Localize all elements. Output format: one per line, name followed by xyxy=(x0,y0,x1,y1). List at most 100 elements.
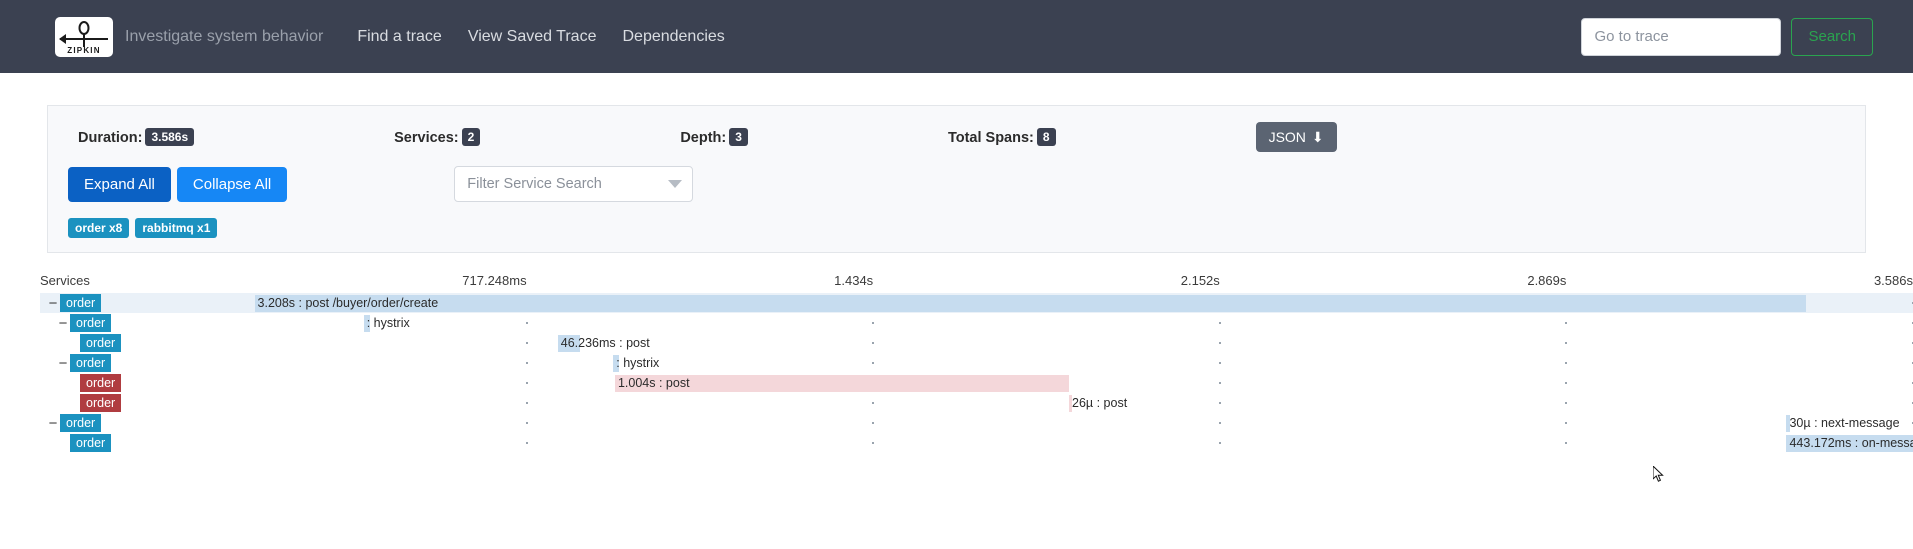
tick-label-3: 2.152s xyxy=(1180,273,1220,288)
service-badge-list: order x8 rabbitmq x1 xyxy=(48,202,1865,238)
zipkin-logo-icon[interactable]: ZIPKIN xyxy=(55,16,113,57)
grid-tick-dot xyxy=(1565,382,1568,384)
span-row[interactable]: − order : hystrix xyxy=(40,313,1913,333)
span-duration-bar[interactable] xyxy=(254,295,1806,312)
span-service-chip[interactable]: order xyxy=(70,434,112,452)
span-service-chip[interactable]: order xyxy=(80,334,122,352)
stat-services: Services: 2 xyxy=(394,128,481,146)
grid-tick-dot xyxy=(1218,342,1221,344)
timeline-header: Services 717.248ms 1.434s 2.152s 2.869s … xyxy=(40,271,1913,293)
stat-depth-value: 3 xyxy=(729,128,748,146)
stat-total-spans: Total Spans: 8 xyxy=(948,128,1056,146)
stat-services-value: 2 xyxy=(461,128,481,146)
span-service-chip[interactable]: order xyxy=(60,414,102,432)
stat-services-label: Services: xyxy=(394,130,459,146)
grid-tick-dot xyxy=(525,422,528,424)
grid-tick-dot xyxy=(872,322,875,324)
stat-total-spans-label: Total Spans: xyxy=(947,130,1034,146)
span-row-service-cell: order xyxy=(40,333,122,353)
grid-tick-dot xyxy=(1565,322,1568,324)
span-service-chip[interactable]: order xyxy=(60,294,102,312)
grid-tick-dot xyxy=(872,362,875,364)
grid-tick-dot xyxy=(525,442,528,444)
span-service-chip[interactable]: order xyxy=(80,394,122,412)
tick-label-4: 2.869s xyxy=(1527,273,1567,288)
collapse-all-button[interactable]: Collapse All xyxy=(176,166,288,202)
collapse-toggle-icon[interactable]: − xyxy=(46,296,60,311)
span-row[interactable]: − order : hystrix xyxy=(40,353,1913,373)
span-bar-track: 1.004s : post xyxy=(180,373,1913,393)
stat-total-spans-value: 8 xyxy=(1036,128,1056,146)
span-row[interactable]: order 443.172ms : on-message xyxy=(40,433,1913,453)
grid-tick-dot xyxy=(1565,422,1568,424)
grid-tick-dot xyxy=(1565,442,1568,444)
chevron-down-icon xyxy=(668,180,683,188)
span-bar-track: : hystrix xyxy=(180,313,1913,333)
grid-tick-dot xyxy=(525,322,528,324)
span-row-service-cell: − order xyxy=(40,293,102,313)
nav-link-view-saved-trace[interactable]: View Saved Trace xyxy=(468,28,597,46)
stat-depth-label: Depth: xyxy=(680,130,727,146)
span-row[interactable]: − order 3.208s : post /buyer/order/create xyxy=(40,293,1913,313)
json-button-label: JSON xyxy=(1268,129,1306,145)
span-label: 3.208s : post /buyer/order/create xyxy=(257,296,439,310)
span-bar-track: 46.236ms : post xyxy=(180,333,1913,353)
download-json-button[interactable]: JSON ⬇ xyxy=(1255,122,1337,152)
tick-label-1: 717.248ms xyxy=(462,273,527,288)
nav-links: Find a trace View Saved Trace Dependenci… xyxy=(357,28,724,46)
go-to-trace-input[interactable] xyxy=(1581,17,1782,56)
span-bar-track: 3.208s : post /buyer/order/create xyxy=(180,293,1913,313)
span-row[interactable]: order 26µ : post xyxy=(40,393,1913,413)
trace-controls-row: Expand All Collapse All Filter Service S… xyxy=(48,152,1865,202)
filter-service-search-placeholder: Filter Service Search xyxy=(467,176,602,192)
download-icon: ⬇ xyxy=(1311,129,1324,145)
span-label: 1.004s : post xyxy=(617,376,690,390)
grid-tick-dot xyxy=(525,382,528,384)
stat-duration-label: Duration: xyxy=(78,130,143,146)
span-row-service-cell: − order xyxy=(40,353,112,373)
grid-tick-dot xyxy=(1218,382,1221,384)
grid-tick-dot xyxy=(872,442,875,444)
services-column-header: Services xyxy=(40,273,90,288)
stat-depth: Depth: 3 xyxy=(680,128,748,146)
span-label: : hystrix xyxy=(366,316,410,330)
span-label: 46.236ms : post xyxy=(560,336,650,350)
span-label: 443.172ms : on-message xyxy=(1789,436,1913,450)
trace-stats-row: Duration: 3.586s Services: 2 Depth: 3 Total… xyxy=(48,122,1865,152)
trace-timeline: Services 717.248ms 1.434s 2.152s 2.869s … xyxy=(0,271,1913,511)
grid-tick-dot xyxy=(872,342,875,344)
brand[interactable]: ZIPKIN Investigate system behavior xyxy=(55,16,324,57)
span-row[interactable]: order 1.004s : post xyxy=(40,373,1913,393)
grid-tick-dot xyxy=(1218,322,1221,324)
grid-tick-dot xyxy=(525,362,528,364)
grid-tick-dot xyxy=(1565,402,1568,404)
stat-duration-value: 3.586s xyxy=(145,128,195,146)
navbar-search-area: Search xyxy=(1581,17,1873,56)
nav-link-dependencies[interactable]: Dependencies xyxy=(622,28,724,46)
grid-tick-dot xyxy=(1565,342,1568,344)
grid-tick-dot xyxy=(872,422,875,424)
span-row-service-cell: − order xyxy=(40,413,102,433)
span-row-service-cell: − order xyxy=(40,313,112,333)
span-service-chip[interactable]: order xyxy=(70,314,112,332)
service-badge-order[interactable]: order x8 xyxy=(68,218,130,238)
collapse-toggle-icon[interactable]: − xyxy=(46,416,60,431)
grid-tick-dot xyxy=(525,342,528,344)
trace-summary-panel: Duration: 3.586s Services: 2 Depth: 3 Total… xyxy=(47,105,1866,253)
span-bar-track: 30µ : next-message xyxy=(180,413,1913,433)
span-row-service-cell: order xyxy=(40,433,112,453)
search-button[interactable]: Search xyxy=(1791,17,1873,56)
collapse-toggle-icon[interactable]: − xyxy=(56,356,70,371)
span-row[interactable]: − order 30µ : next-message xyxy=(40,413,1913,433)
span-bar-track: : hystrix xyxy=(180,353,1913,373)
span-service-chip[interactable]: order xyxy=(80,374,122,392)
span-row[interactable]: order 46.236ms : post xyxy=(40,333,1913,353)
service-badge-rabbitmq[interactable]: rabbitmq x1 xyxy=(135,218,218,238)
tagline: Investigate system behavior xyxy=(125,27,324,45)
span-service-chip[interactable]: order xyxy=(70,354,112,372)
nav-link-find-a-trace[interactable]: Find a trace xyxy=(357,28,441,46)
expand-all-button[interactable]: Expand All xyxy=(68,166,171,202)
stat-duration: Duration: 3.586s xyxy=(78,128,195,146)
filter-service-search-select[interactable]: Filter Service Search xyxy=(454,166,694,202)
collapse-toggle-icon[interactable]: − xyxy=(56,316,70,331)
